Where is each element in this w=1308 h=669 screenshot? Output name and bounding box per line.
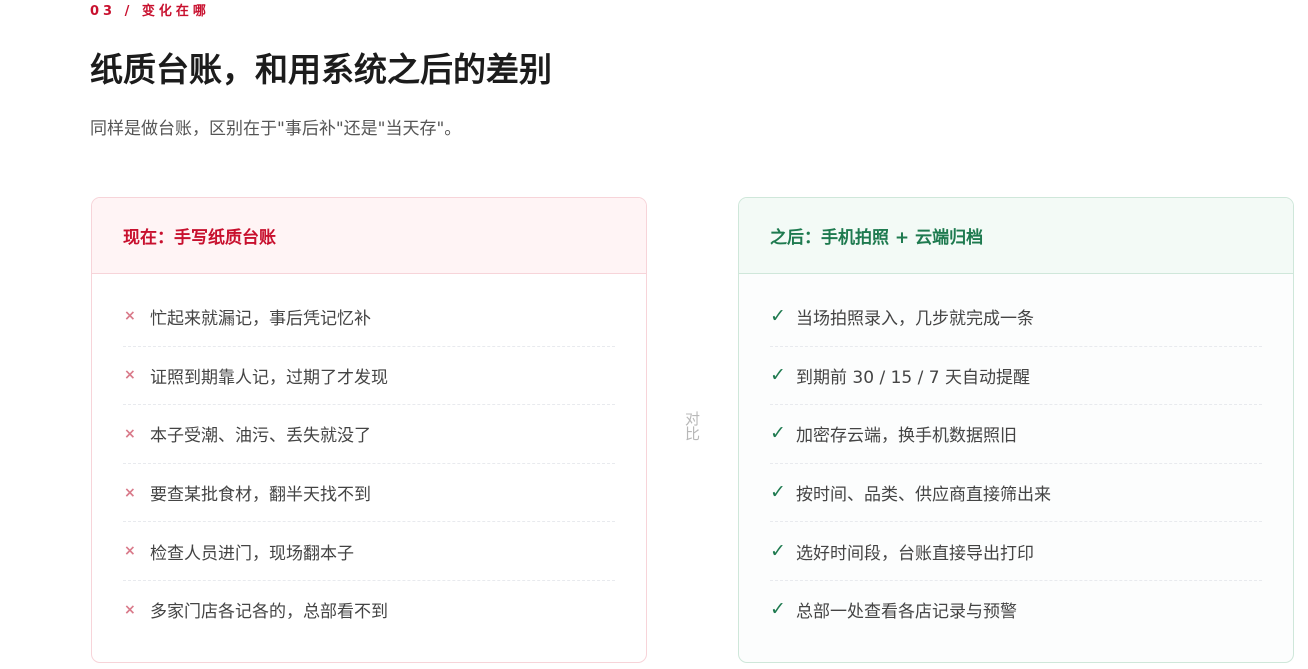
after-card: 之后：手机拍照 + 云端归档 ✓ 当场拍照录入，几步就完成一条 ✓ 到期前 30 /… xyxy=(738,197,1294,663)
list-item-text: 本子受潮、油污、丢失就没了 xyxy=(150,426,371,447)
before-card-title: 现在：手写纸质台账 xyxy=(123,228,276,248)
cross-icon: × xyxy=(124,308,136,325)
check-icon: ✓ xyxy=(770,422,786,445)
page-title: 纸质台账，和用系统之后的差别 xyxy=(90,50,552,89)
list-item-text: 到期前 30 / 15 / 7 天自动提醒 xyxy=(796,367,1030,388)
list-item-text: 证照到期靠人记，过期了才发现 xyxy=(150,367,388,388)
list-item-text: 多家门店各记各的，总部看不到 xyxy=(150,602,388,623)
list-item: × 忙起来就漏记，事后凭记忆补 xyxy=(123,287,615,346)
list-item: ✓ 按时间、品类、供应商直接筛出来 xyxy=(770,462,1262,522)
check-icon: ✓ xyxy=(770,363,786,386)
check-icon: ✓ xyxy=(770,481,786,504)
check-icon: ✓ xyxy=(770,539,786,562)
list-item-text: 要查某批食材，翻半天找不到 xyxy=(150,485,371,506)
before-card-header: 现在：手写纸质台账 xyxy=(92,198,646,274)
page-subtitle: 同样是做台账，区别在于"事后补"还是"当天存"。 xyxy=(90,119,462,139)
list-item: × 证照到期靠人记，过期了才发现 xyxy=(123,345,615,405)
cross-icon: × xyxy=(124,425,136,442)
check-icon: ✓ xyxy=(770,598,786,621)
cross-icon: × xyxy=(124,543,136,560)
list-item: ✓ 到期前 30 / 15 / 7 天自动提醒 xyxy=(770,345,1262,405)
list-item-text: 忙起来就漏记，事后凭记忆补 xyxy=(150,308,371,329)
list-item-text: 检查人员进门，现场翻本子 xyxy=(150,543,354,564)
comparison-divider-label: 对比 xyxy=(683,411,701,441)
list-item: × 本子受潮、油污、丢失就没了 xyxy=(123,404,615,463)
after-card-title: 之后：手机拍照 + 云端归档 xyxy=(770,228,984,248)
list-item-text: 加密存云端，换手机数据照旧 xyxy=(796,426,1017,447)
list-item: × 多家门店各记各的，总部看不到 xyxy=(123,579,615,639)
after-list: ✓ 当场拍照录入，几步就完成一条 ✓ 到期前 30 / 15 / 7 天自动提醒 ✓… xyxy=(739,274,1293,639)
list-item: × 要查某批食材，翻半天找不到 xyxy=(123,462,615,522)
list-item: × 检查人员进门，现场翻本子 xyxy=(123,521,615,580)
section-eyebrow: 03 / 变化在哪 xyxy=(90,4,210,19)
list-item-text: 总部一处查看各店记录与预警 xyxy=(796,602,1017,623)
cross-icon: × xyxy=(124,601,136,618)
cross-icon: × xyxy=(124,484,136,501)
before-card: 现在：手写纸质台账 × 忙起来就漏记，事后凭记忆补 × 证照到期靠人记，过期了才发现… xyxy=(91,197,647,663)
list-item-text: 按时间、品类、供应商直接筛出来 xyxy=(796,485,1051,506)
list-item: ✓ 加密存云端，换手机数据照旧 xyxy=(770,404,1262,463)
check-icon: ✓ xyxy=(770,304,786,327)
list-item: ✓ 总部一处查看各店记录与预警 xyxy=(770,579,1262,639)
after-card-header: 之后：手机拍照 + 云端归档 xyxy=(739,198,1293,274)
list-item-text: 当场拍照录入，几步就完成一条 xyxy=(796,308,1034,329)
list-item: ✓ 当场拍照录入，几步就完成一条 xyxy=(770,287,1262,346)
list-item-text: 选好时间段，台账直接导出打印 xyxy=(796,543,1034,564)
list-item: ✓ 选好时间段，台账直接导出打印 xyxy=(770,521,1262,580)
cross-icon: × xyxy=(124,367,136,384)
before-list: × 忙起来就漏记，事后凭记忆补 × 证照到期靠人记，过期了才发现 × 本子受潮、油污、… xyxy=(92,274,646,639)
